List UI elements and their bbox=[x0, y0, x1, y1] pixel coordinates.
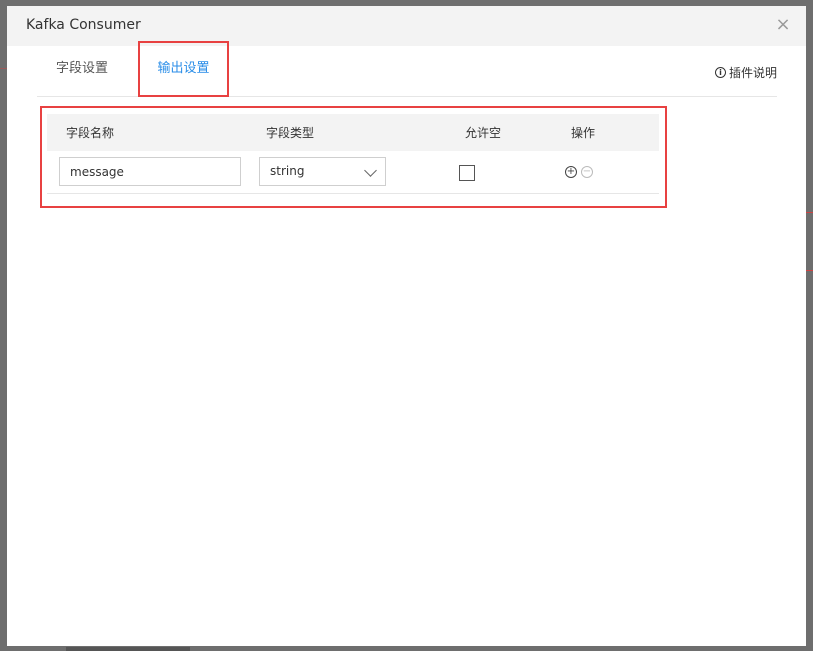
kafka-consumer-dialog: Kafka Consumer × 字段设置 输出设置 i 插件说明 bbox=[7, 6, 806, 646]
remove-row-icon[interactable]: − bbox=[581, 166, 593, 178]
field-type-select[interactable]: string bbox=[259, 157, 386, 186]
header-operations: 操作 bbox=[571, 126, 596, 140]
plugin-help-label: 插件说明 bbox=[728, 66, 777, 80]
header-field-type: 字段类型 bbox=[266, 126, 315, 140]
chevron-down-icon bbox=[364, 164, 377, 177]
close-icon[interactable]: × bbox=[774, 15, 792, 35]
output-fields-table: 字段名称 字段类型 允许空 操作 string + − bbox=[47, 114, 659, 194]
background-line bbox=[806, 270, 813, 271]
table-row: string + − bbox=[47, 151, 659, 194]
tab-field-settings[interactable]: 字段设置 bbox=[56, 46, 126, 97]
background-bar bbox=[66, 647, 190, 651]
tab-bar: 字段设置 输出设置 i 插件说明 bbox=[37, 41, 777, 97]
field-type-value: string bbox=[270, 164, 305, 178]
field-name-input[interactable] bbox=[59, 157, 241, 186]
header-nullable: 允许空 bbox=[465, 126, 502, 140]
nullable-checkbox[interactable] bbox=[459, 165, 475, 181]
header-field-name: 字段名称 bbox=[66, 126, 115, 140]
dialog-title: Kafka Consumer bbox=[26, 17, 141, 33]
info-icon: i bbox=[714, 67, 726, 78]
table-header: 字段名称 字段类型 允许空 操作 bbox=[47, 114, 659, 151]
add-row-icon[interactable]: + bbox=[565, 166, 577, 178]
tab-output-settings[interactable]: 输出设置 bbox=[138, 41, 229, 97]
plugin-help-link[interactable]: i 插件说明 bbox=[714, 64, 777, 81]
background-line bbox=[806, 212, 813, 213]
dialog-header: Kafka Consumer × bbox=[7, 6, 806, 46]
